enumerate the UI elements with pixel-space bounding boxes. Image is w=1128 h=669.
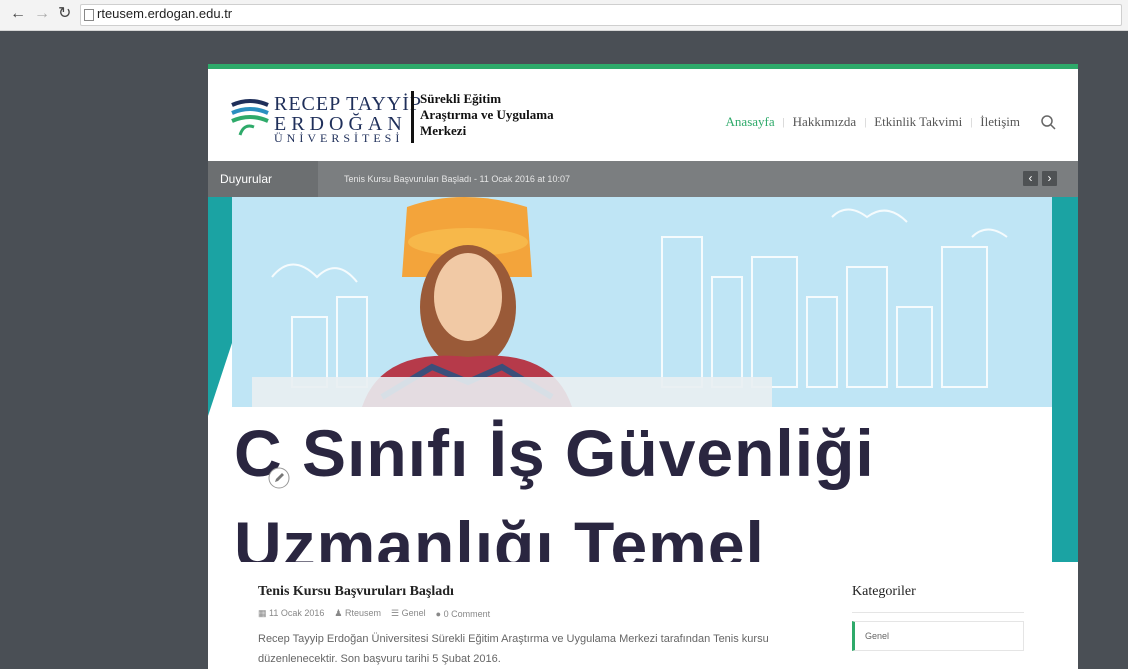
reload-icon[interactable]: ↻ xyxy=(58,5,71,23)
post-date-text: 11 Ocak 2016 xyxy=(269,608,325,618)
comment-icon: ● xyxy=(435,608,442,619)
sidebar-title: Kategoriler xyxy=(852,584,916,599)
list-icon: ☰ xyxy=(391,608,400,618)
post-author[interactable]: ♟ Rteusem xyxy=(334,608,381,619)
nav-item-iletisim[interactable]: İletişim xyxy=(972,114,1028,130)
logo-subtitle-line: Merkezi xyxy=(420,123,467,138)
nav-item-hakkimizda[interactable]: Hakkımızda xyxy=(785,114,865,130)
announcement-ticker: Duyurular Tenis Kursu Başvuruları Başlad… xyxy=(208,161,1078,197)
hero-accent-left xyxy=(208,197,232,416)
forward-arrow-icon[interactable]: → xyxy=(34,5,50,23)
post-excerpt: Recep Tayyip Erdoğan Üniversitesi Sürekl… xyxy=(258,633,769,665)
logo-divider xyxy=(411,91,414,143)
main-nav: Anasayfa | Hakkımızda | Etkinlik Takvimi… xyxy=(718,113,1058,131)
calendar-icon: ▦ xyxy=(258,608,267,618)
page-icon xyxy=(84,9,94,21)
hero-illustration xyxy=(252,197,1008,407)
post-date: ▦ 11 Ocak 2016 xyxy=(258,608,324,619)
logo-subtitle: Sürekli Eğitim Araştırma ve Uygulama Mer… xyxy=(420,91,620,139)
hero-title-line2: Uzmanlığı Temel xyxy=(234,508,765,562)
pencil-icon[interactable] xyxy=(268,467,290,489)
hero-slider[interactable]: C Sınıfı İş Güvenliği Uzmanlığı Temel xyxy=(208,197,1078,562)
ticker-label: Duyurular xyxy=(208,161,318,197)
post-title-link[interactable]: Tenis Kursu Başvuruları Başladı xyxy=(258,584,818,600)
post-author-text: Rteusem xyxy=(345,608,382,618)
hero-accent-right xyxy=(1052,197,1078,562)
category-item-genel[interactable]: Genel xyxy=(852,621,1024,651)
browser-toolbar: ← → ↻ rteusem.erdogan.edu.tr xyxy=(0,0,1128,31)
blog-post: Tenis Kursu Başvuruları Başladı ▦ 11 Oca… xyxy=(258,584,818,669)
logo-subtitle-line: Araştırma ve Uygulama xyxy=(420,107,554,122)
nav-item-etkinlik-takvimi[interactable]: Etkinlik Takvimi xyxy=(866,114,970,130)
nav-item-anasayfa[interactable]: Anasayfa xyxy=(718,114,783,130)
post-comments-text: 0 Comment xyxy=(443,608,491,619)
site-header: RECEP TAYYİP ERDOĞAN ÜNİVERSİTESİ Sürekl… xyxy=(208,69,1078,161)
search-icon[interactable] xyxy=(1038,113,1058,131)
hero-background xyxy=(232,197,1052,407)
ticker-next-button[interactable]: › xyxy=(1042,171,1057,186)
hero-title-line1: C Sınıfı İş Güvenliği xyxy=(234,416,875,490)
back-arrow-icon[interactable]: ← xyxy=(10,5,26,23)
ticker-announcement-link[interactable]: Tenis Kursu Başvuruları Başladı - 11 Oca… xyxy=(344,161,570,197)
sidebar: Kategoriler Genel xyxy=(852,584,1028,651)
logo-text-line3: ÜNİVERSİTESİ xyxy=(274,131,404,145)
address-bar[interactable]: rteusem.erdogan.edu.tr xyxy=(80,4,1122,26)
logo-subtitle-line: Sürekli Eğitim xyxy=(420,91,502,106)
post-category-text: Genel xyxy=(401,608,426,618)
ticker-prev-button[interactable]: ‹ xyxy=(1023,171,1038,186)
logo-wave-icon xyxy=(231,99,269,136)
website: RECEP TAYYİP ERDOĞAN ÜNİVERSİTESİ Sürekl… xyxy=(208,64,1078,669)
post-meta: ▦ 11 Ocak 2016 ♟ Rteusem ☰ Genel ● 0 Com… xyxy=(258,608,818,619)
user-icon: ♟ xyxy=(334,608,343,618)
url-text[interactable]: rteusem.erdogan.edu.tr xyxy=(97,6,232,21)
sidebar-divider xyxy=(852,612,1024,613)
post-category[interactable]: ☰ Genel xyxy=(391,608,426,619)
post-comments[interactable]: ● 0 Comment xyxy=(436,609,490,619)
university-logo[interactable]: RECEP TAYYİP ERDOĞAN ÜNİVERSİTESİ Sürekl… xyxy=(230,91,610,147)
